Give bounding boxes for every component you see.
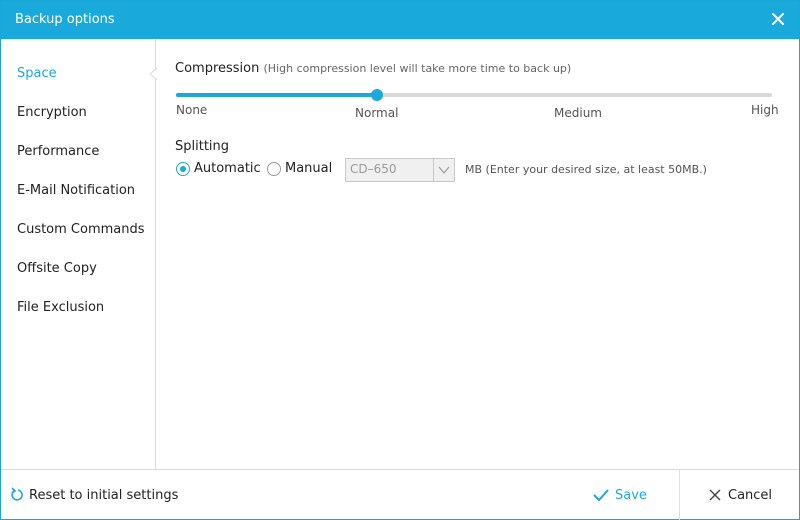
- save-button-label: Save: [615, 488, 647, 503]
- close-icon[interactable]: [769, 10, 787, 28]
- reset-icon[interactable]: [9, 487, 25, 503]
- sidebar-item-custom-commands[interactable]: Custom Commands: [17, 222, 145, 237]
- space-settings-panel: Compression (High compression level will…: [156, 39, 799, 469]
- footer-divider: [679, 470, 680, 520]
- cancel-button-label: Cancel: [728, 488, 773, 503]
- sidebar-item-file-exclusion[interactable]: File Exclusion: [17, 300, 104, 315]
- compression-level-high: High: [751, 103, 779, 117]
- manual-radio[interactable]: [267, 162, 281, 176]
- save-button[interactable]: Save: [591, 480, 677, 510]
- split-size-value: CD–650: [350, 162, 397, 176]
- title-bar: Backup options: [1, 1, 799, 39]
- compression-slider-track[interactable]: [176, 93, 772, 97]
- split-size-hint: MB (Enter your desired size, at least 50…: [465, 163, 707, 176]
- checkmark-icon: [593, 489, 609, 502]
- sidebar-item-space[interactable]: Space: [17, 66, 57, 81]
- compression-level-none: None: [176, 103, 208, 117]
- compression-hint: (High compression level will take more t…: [263, 62, 572, 75]
- backup-options-dialog: Backup options Space Encryption Performa…: [0, 0, 800, 520]
- sidebar-item-performance[interactable]: Performance: [17, 144, 99, 159]
- window-title: Backup options: [15, 12, 115, 27]
- automatic-radio-label[interactable]: Automatic: [194, 161, 261, 176]
- compression-level-normal: Normal: [355, 106, 399, 120]
- automatic-radio[interactable]: [176, 162, 190, 176]
- footer-bar: Reset to initial settings Save Cancel: [1, 469, 799, 520]
- sidebar: Space Encryption Performance E-Mail Noti…: [1, 39, 158, 469]
- compression-level-medium: Medium: [554, 106, 602, 120]
- sidebar-item-offsite-copy[interactable]: Offsite Copy: [17, 261, 97, 276]
- manual-radio-label[interactable]: Manual: [285, 161, 332, 176]
- compression-label: Compression: [175, 61, 260, 76]
- compression-heading: Compression (High compression level will…: [175, 61, 571, 76]
- chevron-down-icon: [433, 159, 450, 181]
- sidebar-item-email-notification[interactable]: E-Mail Notification: [17, 183, 135, 198]
- split-size-select[interactable]: CD–650: [345, 158, 455, 182]
- cancel-button[interactable]: Cancel: [701, 480, 791, 510]
- close-icon: [709, 489, 721, 501]
- sidebar-item-encryption[interactable]: Encryption: [17, 105, 87, 120]
- reset-settings-link[interactable]: Reset to initial settings: [29, 488, 178, 503]
- compression-slider-thumb[interactable]: [371, 89, 383, 101]
- compression-slider-fill: [176, 93, 377, 97]
- splitting-label: Splitting: [175, 139, 230, 154]
